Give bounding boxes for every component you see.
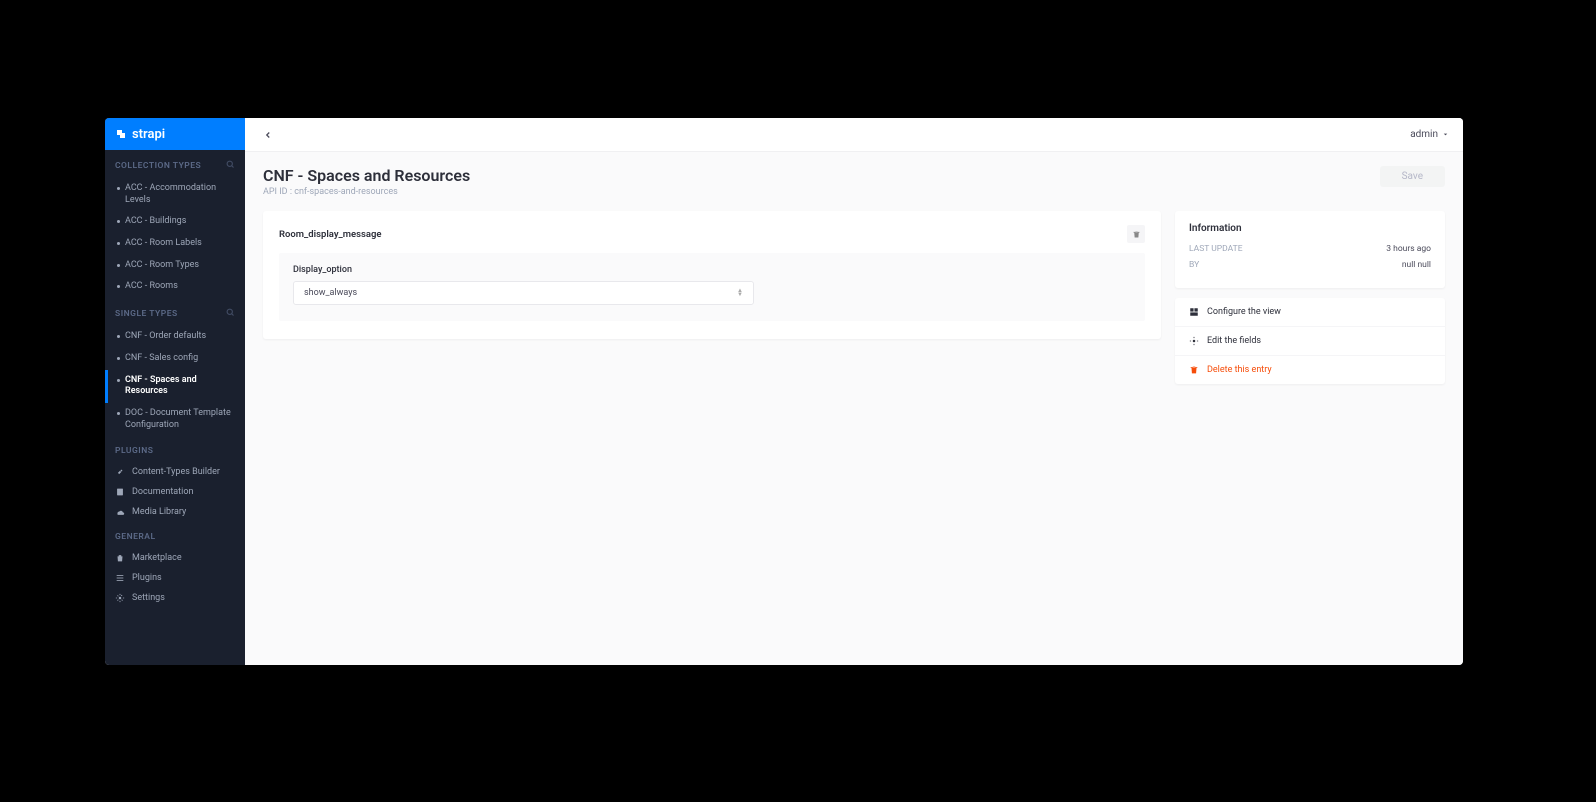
- api-id-label: API ID : cnf-spaces-and-resources: [263, 187, 470, 197]
- sidebar-item-marketplace[interactable]: Marketplace: [105, 548, 245, 568]
- info-card: Information LAST UPDATE 3 hours ago BY n…: [1175, 211, 1445, 288]
- book-icon: [115, 487, 125, 497]
- display-option-select[interactable]: show_always ▲▼: [293, 281, 754, 305]
- sidebar-item-cnf-spaces-resources[interactable]: CNF - Spaces and Resources: [105, 370, 245, 403]
- sidebar-item-settings[interactable]: Settings: [105, 588, 245, 608]
- panel-header: Room_display_message: [279, 225, 1145, 243]
- component-title: Room_display_message: [279, 229, 382, 240]
- sidebar-item-doc-template-config[interactable]: DOC - Document Template Configuration: [105, 403, 245, 436]
- info-row-by: BY null null: [1189, 260, 1431, 270]
- sidebar-item-label: Marketplace: [132, 553, 182, 563]
- action-label: Edit the fields: [1207, 336, 1261, 346]
- edit-fields-button[interactable]: Edit the fields: [1175, 327, 1445, 356]
- main-area: admin CNF - Spaces and Resources API ID …: [245, 118, 1463, 665]
- back-button[interactable]: [259, 126, 277, 144]
- page-title: CNF - Spaces and Resources: [263, 166, 470, 185]
- sidebar-item-label: CNF - Spaces and Resources: [125, 375, 235, 398]
- sidebar-item-label: Documentation: [132, 487, 193, 497]
- sidebar-item-media-library[interactable]: Media Library: [105, 502, 245, 522]
- gear-icon: [115, 593, 125, 603]
- section-label: PLUGINS: [115, 446, 153, 456]
- brand-text: strapi: [132, 127, 165, 142]
- user-menu-label: admin: [1410, 129, 1438, 140]
- info-row-value: null null: [1402, 260, 1431, 270]
- sidebar: strapi COLLECTION TYPES ACC - Accommodat…: [105, 118, 245, 665]
- section-header-general: GENERAL: [105, 522, 245, 548]
- sidebar-item-plugins[interactable]: Plugins: [105, 568, 245, 588]
- info-row-value: 3 hours ago: [1386, 244, 1431, 254]
- caret-down-icon: [1442, 131, 1449, 138]
- configure-view-button[interactable]: Configure the view: [1175, 298, 1445, 327]
- sidebar-item-label: DOC - Document Template Configuration: [125, 408, 235, 431]
- delete-entry-button[interactable]: Delete this entry: [1175, 356, 1445, 384]
- bag-icon: [115, 553, 125, 563]
- select-caret-icon: ▲▼: [737, 289, 743, 297]
- sidebar-item-acc-buildings[interactable]: ACC - Buildings: [105, 211, 245, 233]
- brush-icon: [115, 467, 125, 477]
- topbar: admin: [245, 118, 1463, 152]
- sidebar-item-acc-room-labels[interactable]: ACC - Room Labels: [105, 233, 245, 255]
- scrollbar[interactable]: [1460, 398, 1463, 518]
- sidebar-item-label: CNF - Order defaults: [125, 331, 206, 343]
- sidebar-item-documentation[interactable]: Documentation: [105, 482, 245, 502]
- actions-card: Configure the view Edit the fields Delet…: [1175, 298, 1445, 384]
- section-label: SINGLE TYPES: [115, 309, 178, 319]
- info-row-label: BY: [1189, 260, 1199, 270]
- section-header-single-types: SINGLE TYPES: [105, 298, 245, 326]
- cloud-icon: [115, 507, 125, 517]
- sidebar-item-content-types-builder[interactable]: Content-Types Builder: [105, 462, 245, 482]
- sidebar-item-acc-room-types[interactable]: ACC - Room Types: [105, 255, 245, 277]
- brand-logo[interactable]: strapi: [105, 118, 245, 150]
- sidebar-item-acc-rooms[interactable]: ACC - Rooms: [105, 276, 245, 298]
- section-header-plugins: PLUGINS: [105, 436, 245, 462]
- search-icon[interactable]: [226, 308, 235, 320]
- sidebar-item-label: ACC - Accommodation Levels: [125, 183, 235, 206]
- action-label: Configure the view: [1207, 307, 1281, 317]
- sidebar-item-label: Media Library: [132, 507, 186, 517]
- sidebar-item-label: ACC - Room Types: [125, 260, 199, 272]
- content-body: Room_display_message Display_option show…: [245, 205, 1463, 390]
- sidebar-item-label: CNF - Sales config: [125, 353, 198, 365]
- delete-component-button[interactable]: [1127, 225, 1145, 243]
- info-row-label: LAST UPDATE: [1189, 244, 1243, 254]
- field-label: Display_option: [293, 265, 1131, 275]
- content-header: CNF - Spaces and Resources API ID : cnf-…: [245, 152, 1463, 205]
- trash-icon: [1189, 365, 1199, 375]
- section-label: COLLECTION TYPES: [115, 161, 201, 171]
- chevron-left-icon: [263, 130, 273, 140]
- section-label: GENERAL: [115, 532, 156, 542]
- sidebar-item-label: ACC - Buildings: [125, 216, 186, 228]
- action-label: Delete this entry: [1207, 365, 1272, 375]
- list-icon: [115, 573, 125, 583]
- form-panel: Room_display_message Display_option show…: [263, 211, 1161, 339]
- sidebar-item-cnf-sales-config[interactable]: CNF - Sales config: [105, 348, 245, 370]
- sidebar-item-cnf-order-defaults[interactable]: CNF - Order defaults: [105, 326, 245, 348]
- search-icon[interactable]: [226, 160, 235, 172]
- app-window: strapi COLLECTION TYPES ACC - Accommodat…: [105, 118, 1463, 665]
- save-button[interactable]: Save: [1380, 166, 1445, 187]
- gear-icon: [1189, 336, 1199, 346]
- sidebar-item-label: Content-Types Builder: [132, 467, 220, 477]
- sidebar-item-label: Plugins: [132, 573, 162, 583]
- section-header-collection-types: COLLECTION TYPES: [105, 150, 245, 178]
- trash-icon: [1132, 230, 1141, 239]
- user-menu[interactable]: admin: [1410, 129, 1449, 140]
- right-column: Information LAST UPDATE 3 hours ago BY n…: [1175, 211, 1445, 384]
- sidebar-item-label: ACC - Rooms: [125, 281, 178, 293]
- info-row-last-update: LAST UPDATE 3 hours ago: [1189, 244, 1431, 254]
- strapi-logo-icon: [115, 128, 127, 140]
- sidebar-item-label: ACC - Room Labels: [125, 238, 202, 250]
- sidebar-item-label: Settings: [132, 593, 165, 603]
- info-card-title: Information: [1189, 223, 1431, 234]
- layout-icon: [1189, 307, 1199, 317]
- select-value: show_always: [304, 288, 357, 298]
- sidebar-item-acc-accommodation-levels[interactable]: ACC - Accommodation Levels: [105, 178, 245, 211]
- panel-inner: Display_option show_always ▲▼: [279, 253, 1145, 321]
- title-block: CNF - Spaces and Resources API ID : cnf-…: [263, 166, 470, 197]
